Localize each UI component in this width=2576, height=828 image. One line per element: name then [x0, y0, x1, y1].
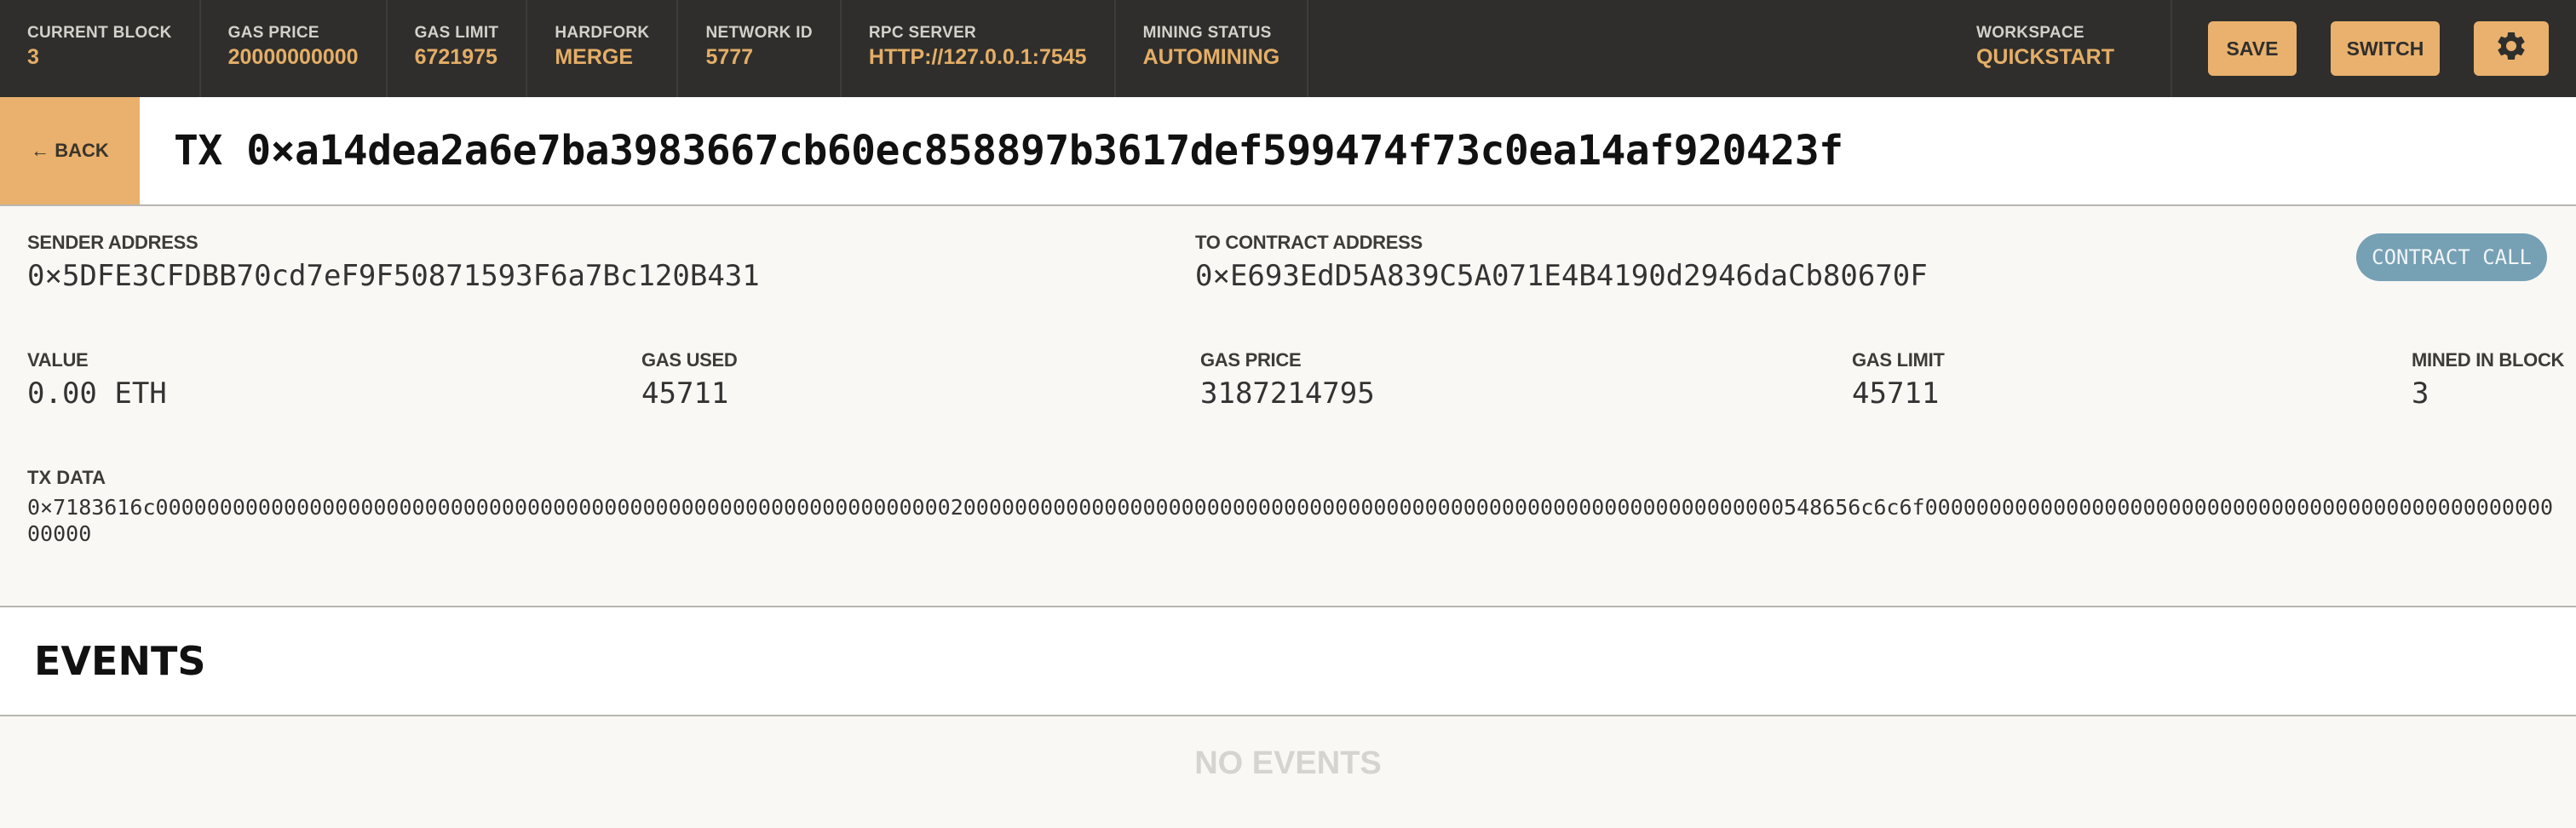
events-heading: EVENTS — [34, 638, 206, 684]
gas-price: 3187214795 — [1200, 377, 1375, 411]
mined-in-block: 3 — [2412, 377, 2429, 411]
tx-value: 0.00 ETH — [27, 377, 167, 411]
contract-call-badge: CONTRACT CALL — [2356, 233, 2547, 281]
gear-icon — [2494, 29, 2528, 68]
workspace-label: WORKSPACE — [1975, 24, 2084, 42]
stat-value: AUTOMINING — [1142, 45, 1280, 69]
field-label: MINED IN BLOCK — [2412, 349, 2565, 371]
tx-data: 0×7183616c000000000000000000000000000000… — [27, 495, 2554, 546]
stat-label: MINING STATUS — [1142, 24, 1272, 42]
tx-header: ← BACK TX 0×a14dea2a6e7ba3983667cb60ec85… — [0, 97, 2576, 206]
stat-gas-limit: GAS LIMIT 6721975 — [388, 0, 528, 97]
status-bar: CURRENT BLOCK 3 GAS PRICE 20000000000 GA… — [0, 0, 2576, 97]
stat-label: RPC SERVER — [868, 24, 977, 42]
settings-button[interactable] — [2474, 21, 2549, 76]
field-label: GAS USED — [641, 349, 738, 371]
to-contract-address: 0×E693EdD5A839C5A071E4B4190d2946daCb8067… — [1195, 259, 1928, 293]
tx-data-field: TX DATA 0×7183616c0000000000000000000000… — [27, 467, 2557, 547]
stat-gas-price: GAS PRICE 20000000000 — [201, 0, 388, 97]
stat-value: MERGE — [555, 45, 634, 69]
save-button[interactable]: SAVE — [2208, 21, 2297, 76]
stat-value: 20000000000 — [227, 45, 359, 69]
stat-mining-status: MINING STATUS AUTOMINING — [1116, 0, 1309, 97]
stat-label: CURRENT BLOCK — [27, 24, 172, 42]
mined-in-block-field: MINED IN BLOCK 3 — [2412, 349, 2564, 411]
workspace-name: QUICKSTART — [1975, 45, 2114, 69]
to-contract-address-field: TO CONTRACT ADDRESS 0×E693EdD5A839C5A071… — [1195, 232, 1928, 293]
page-title: TX 0×a14dea2a6e7ba3983667cb60ec858897b36… — [174, 127, 1843, 175]
stat-workspace: WORKSPACE QUICKSTART — [1949, 0, 2172, 97]
stat-label: GAS PRICE — [227, 24, 319, 42]
gas-used-field: GAS USED 45711 — [641, 349, 738, 411]
stat-value: 6721975 — [414, 45, 497, 69]
stat-label: HARDFORK — [555, 24, 650, 42]
field-label: TO CONTRACT ADDRESS — [1195, 232, 1423, 253]
stat-value: 5777 — [705, 45, 754, 69]
sender-address-field: SENDER ADDRESS 0×5DFE3CFDBB70cd7eF9F5087… — [27, 232, 760, 293]
tx-details: SENDER ADDRESS 0×5DFE3CFDBB70cd7eF9F5087… — [0, 206, 2576, 607]
stat-label: NETWORK ID — [705, 24, 813, 42]
field-label: VALUE — [27, 349, 89, 371]
gas-limit: 45711 — [1852, 377, 1940, 411]
topbar-actions: SAVE SWITCH — [2172, 0, 2576, 97]
field-label: SENDER ADDRESS — [27, 232, 198, 253]
field-label: GAS PRICE — [1200, 349, 1302, 371]
events-list: NO EVENTS — [0, 716, 2576, 828]
switch-button[interactable]: SWITCH — [2331, 21, 2440, 76]
empty-state: NO EVENTS — [1194, 745, 1382, 781]
value-field: VALUE 0.00 ETH — [27, 349, 167, 411]
gas-price-field: GAS PRICE 3187214795 — [1200, 349, 1375, 411]
gas-used: 45711 — [641, 377, 729, 411]
stat-rpc-server: RPC SERVER HTTP://127.0.0.1:7545 — [842, 0, 1116, 97]
stat-hardfork: HARDFORK MERGE — [527, 0, 679, 97]
field-label: GAS LIMIT — [1852, 349, 1945, 371]
stat-current-block: CURRENT BLOCK 3 — [0, 0, 201, 97]
stat-value: HTTP://127.0.0.1:7545 — [868, 45, 1087, 69]
field-label: TX DATA — [27, 467, 106, 488]
sender-address: 0×5DFE3CFDBB70cd7eF9F50871593F6a7Bc120B4… — [27, 259, 760, 293]
stat-value: 3 — [27, 45, 39, 69]
stat-network-id: NETWORK ID 5777 — [678, 0, 842, 97]
gas-limit-field: GAS LIMIT 45711 — [1852, 349, 1945, 411]
stat-label: GAS LIMIT — [414, 24, 499, 42]
events-section-header: EVENTS — [0, 607, 2576, 716]
back-button[interactable]: ← BACK — [0, 97, 140, 204]
